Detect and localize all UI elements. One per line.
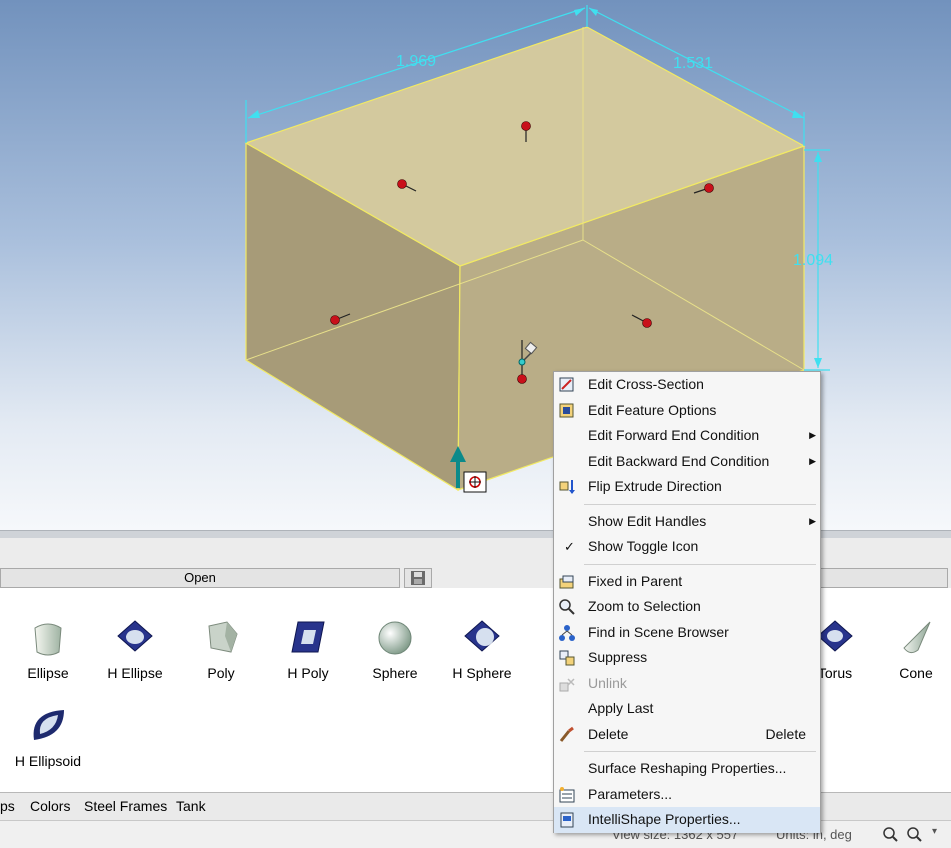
menu-label: Fixed in Parent bbox=[588, 572, 683, 589]
unlink-icon bbox=[559, 677, 575, 691]
catalog-label: Ellipse bbox=[27, 665, 69, 681]
catalog-item-h-poly[interactable]: H Poly bbox=[268, 618, 348, 681]
h-poly-shape-icon bbox=[291, 621, 325, 653]
menu-show-toggle-icon[interactable]: ✓ Show Toggle Icon bbox=[554, 534, 820, 560]
menu-apply-last[interactable]: Apply Last bbox=[554, 696, 820, 722]
zoom-fit-icon[interactable] bbox=[882, 826, 898, 842]
tab-maps[interactable]: ps bbox=[0, 798, 15, 814]
edit-handle-back-left bbox=[397, 179, 407, 189]
zoom-dropdown-arrow-icon[interactable]: ▾ bbox=[932, 826, 937, 837]
scene-browser-icon bbox=[559, 624, 575, 641]
menu-label: Parameters... bbox=[588, 785, 673, 802]
catalog-item-cone[interactable]: Cone bbox=[876, 618, 951, 681]
edit-handle-back-right bbox=[704, 183, 714, 193]
h-sphere-shape-icon bbox=[464, 620, 500, 652]
menu-unlink: Unlink bbox=[554, 671, 820, 697]
menu-label: Edit Forward End Condition bbox=[588, 427, 760, 443]
feature-options-icon bbox=[559, 403, 574, 417]
sphere-shape-icon bbox=[378, 621, 412, 655]
menu-edit-feature-options[interactable]: Edit Feature Options bbox=[554, 398, 820, 424]
menu-label: Surface Reshaping Properties... bbox=[588, 760, 787, 776]
catalog-right-tab[interactable] bbox=[820, 568, 948, 588]
catalog-label: H Poly bbox=[287, 665, 329, 681]
height-dimension-label[interactable]: 1.094 bbox=[793, 252, 833, 270]
checkmark-icon: ✓ bbox=[564, 539, 575, 554]
h-ellipsoid-shape-icon bbox=[33, 710, 64, 740]
menu-find-in-scene-browser[interactable]: Find in Scene Browser bbox=[554, 620, 820, 646]
catalog-label: H Ellipsoid bbox=[14, 753, 82, 769]
edit-handle-right bbox=[642, 318, 652, 328]
menu-zoom-to-selection[interactable]: Zoom to Selection bbox=[554, 594, 820, 620]
menu-fixed-in-parent[interactable]: Fixed in Parent bbox=[554, 569, 820, 595]
zoom-selection-icon bbox=[559, 599, 575, 615]
flip-direction-icon bbox=[559, 480, 575, 494]
submenu-arrow-icon: ▶ bbox=[809, 430, 816, 440]
catalog-item-h-ellipse[interactable]: H Ellipse bbox=[95, 618, 175, 681]
catalog-label: Sphere bbox=[372, 665, 418, 681]
cone-shape-icon bbox=[903, 621, 931, 654]
menu-label: Delete bbox=[588, 725, 629, 742]
ellipse-shape-icon bbox=[34, 623, 62, 656]
catalog-label: Cone bbox=[899, 665, 933, 681]
catalog-item-h-sphere[interactable]: H Sphere bbox=[442, 618, 522, 681]
menu-label: Zoom to Selection bbox=[588, 598, 701, 614]
catalog-label: H Ellipse bbox=[107, 665, 163, 681]
menu-flip-extrude-direction[interactable]: Flip Extrude Direction bbox=[554, 474, 820, 500]
h-ellipse-shape-icon bbox=[117, 620, 153, 652]
submenu-arrow-icon: ▶ bbox=[809, 455, 816, 466]
edit-handle-front bbox=[517, 374, 527, 384]
menu-intellishape-properties[interactable]: IntelliShape Properties... bbox=[554, 807, 820, 833]
menu-label: Edit Backward End Condition bbox=[588, 452, 770, 469]
catalog-item-h-ellipsoid[interactable]: H Ellipsoid bbox=[8, 706, 88, 769]
catalog-item-ellipse[interactable]: Ellipse bbox=[8, 618, 88, 681]
menu-separator bbox=[584, 563, 816, 565]
menu-label: Edit Feature Options bbox=[588, 401, 717, 418]
zoom-icon[interactable] bbox=[906, 826, 922, 842]
depth-dimension-label[interactable]: 1.531 bbox=[673, 55, 713, 73]
catalog-label: Poly bbox=[207, 665, 235, 681]
parameters-icon bbox=[559, 786, 575, 802]
submenu-arrow-icon: ▶ bbox=[809, 515, 816, 526]
menu-separator bbox=[584, 503, 816, 505]
menu-separator bbox=[584, 751, 816, 752]
catalog-label: H Sphere bbox=[452, 665, 512, 681]
menu-label: Edit Cross-Section bbox=[588, 376, 704, 392]
menu-label: Show Edit Handles bbox=[588, 512, 707, 529]
menu-label: Flip Extrude Direction bbox=[588, 478, 722, 494]
tab-steel-frames[interactable]: Steel Frames bbox=[84, 798, 167, 814]
context-menu: Edit Cross-Section Edit Feature Options … bbox=[553, 371, 821, 833]
torus-shape-icon bbox=[817, 620, 853, 652]
save-catalog-button[interactable] bbox=[404, 568, 432, 588]
menu-show-edit-handles[interactable]: Show Edit Handles ▶ bbox=[554, 509, 820, 535]
menu-parameters[interactable]: Parameters... bbox=[554, 782, 820, 808]
menu-label: Apply Last bbox=[588, 700, 654, 716]
tab-colors[interactable]: Colors bbox=[30, 798, 70, 814]
menu-label: Unlink bbox=[588, 674, 627, 691]
suppress-icon bbox=[559, 650, 575, 666]
fixed-parent-icon bbox=[559, 575, 574, 588]
edit-handle-left bbox=[330, 315, 340, 325]
catalog-item-sphere[interactable]: Sphere bbox=[355, 618, 435, 681]
catalog-open-tab[interactable]: Open bbox=[0, 568, 400, 588]
poly-shape-icon bbox=[208, 621, 238, 653]
menu-delete[interactable]: Delete Delete bbox=[554, 722, 820, 748]
width-dimension-label[interactable]: 1.969 bbox=[396, 53, 436, 71]
menu-edit-backward-end-condition[interactable]: Edit Backward End Condition ▶ bbox=[554, 449, 820, 475]
tab-tank[interactable]: Tank bbox=[176, 798, 206, 814]
menu-label: Suppress bbox=[588, 649, 648, 665]
menu-shortcut: Delete bbox=[765, 725, 806, 742]
catalog-item-poly[interactable]: Poly bbox=[181, 618, 261, 681]
delete-brush-icon bbox=[559, 726, 574, 742]
menu-edit-forward-end-condition[interactable]: Edit Forward End Condition ▶ bbox=[554, 423, 820, 449]
cross-section-icon bbox=[559, 377, 574, 392]
menu-label: Show Toggle Icon bbox=[588, 538, 699, 554]
menu-edit-cross-section[interactable]: Edit Cross-Section bbox=[554, 372, 820, 398]
menu-suppress[interactable]: Suppress bbox=[554, 645, 820, 671]
menu-label: IntelliShape Properties... bbox=[588, 811, 741, 827]
intellishape-properties-icon bbox=[560, 812, 574, 828]
menu-label: Find in Scene Browser bbox=[588, 623, 729, 640]
save-disk-icon bbox=[411, 571, 425, 585]
menu-surface-reshaping-properties[interactable]: Surface Reshaping Properties... bbox=[554, 756, 820, 782]
edit-handle-top bbox=[521, 121, 531, 131]
